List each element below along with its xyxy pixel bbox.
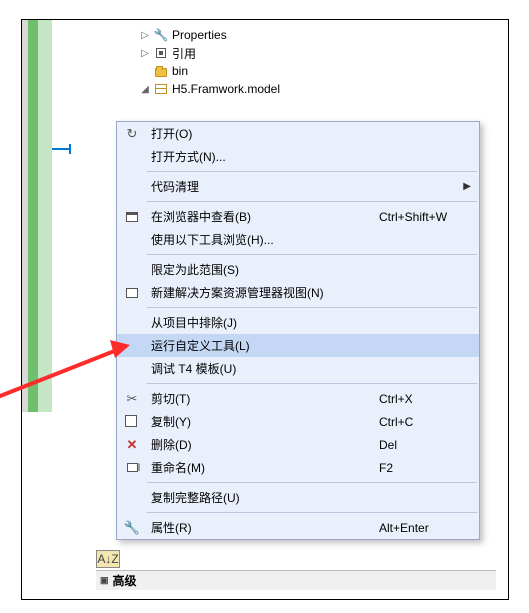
menu-label: 在浏览器中查看(B) — [147, 208, 379, 225]
tree-label: Properties — [172, 28, 227, 42]
sort-icon: A↓Z — [97, 552, 118, 566]
collapse-icon[interactable]: ◢ — [140, 84, 150, 95]
app-frame: ▷ 🔧 Properties ▷ 引用 bin ◢ H5.Framwork.mo… — [21, 19, 509, 600]
wrench-icon: 🔧 — [154, 28, 169, 42]
tree-label: bin — [172, 64, 188, 78]
tree-item-references[interactable]: ▷ 引用 — [136, 44, 496, 62]
menu-label: 属性(R) — [147, 519, 379, 536]
menu-label: 打开方式(N)... — [147, 148, 379, 165]
collapse-triangle-icon[interactable]: ▣ — [100, 575, 109, 586]
menu-shortcut: Alt+Enter — [379, 521, 479, 535]
menu-separator — [147, 383, 477, 384]
menu-shortcut: Ctrl+X — [379, 392, 479, 406]
references-icon — [156, 48, 166, 58]
tree-item-bin[interactable]: bin — [136, 62, 496, 80]
menu-item-run-custom-tool[interactable]: 运行自定义工具(L) — [117, 334, 479, 357]
gutter-caret-marker — [52, 148, 70, 150]
menu-label: 删除(D) — [147, 436, 379, 453]
open-icon: ↻ — [127, 126, 138, 142]
menu-item-exclude-from-project[interactable]: 从项目中排除(J) — [117, 311, 479, 334]
menu-item-properties[interactable]: 🔧 属性(R) Alt+Enter — [117, 516, 479, 539]
menu-shortcut: F2 — [379, 461, 479, 475]
rename-icon — [127, 463, 138, 472]
menu-item-debug-t4-template[interactable]: 调试 T4 模板(U) — [117, 357, 479, 380]
menu-label: 复制(Y) — [147, 413, 379, 430]
menu-label: 代码清理 — [147, 178, 379, 195]
menu-label: 限定为此范围(S) — [147, 261, 379, 278]
menu-label: 运行自定义工具(L) — [147, 337, 379, 354]
menu-separator — [147, 482, 477, 483]
menu-label: 复制完整路径(U) — [147, 489, 379, 506]
folder-icon — [155, 68, 167, 77]
sort-button[interactable]: A↓Z — [96, 550, 120, 568]
menu-item-rename[interactable]: 重命名(M) F2 — [117, 456, 479, 479]
editor-gutter — [22, 20, 63, 599]
menu-item-view-in-browser[interactable]: 在浏览器中查看(B) Ctrl+Shift+W — [117, 205, 479, 228]
tree-label: H5.Framwork.model — [172, 82, 280, 96]
properties-panel: A↓Z ▣ 高级 — [96, 550, 496, 590]
tree-item-model[interactable]: ◢ H5.Framwork.model — [136, 80, 496, 98]
expand-icon[interactable]: ▷ — [140, 30, 150, 41]
menu-separator — [147, 171, 477, 172]
menu-separator — [147, 254, 477, 255]
menu-label: 调试 T4 模板(U) — [147, 360, 379, 377]
tree-label: 引用 — [172, 45, 196, 62]
new-view-icon — [126, 288, 138, 298]
cut-icon: ✂ — [127, 391, 138, 407]
menu-label: 使用以下工具浏览(H)... — [147, 231, 379, 248]
menu-shortcut: Ctrl+Shift+W — [379, 210, 479, 224]
menu-label: 新建解决方案资源管理器视图(N) — [147, 284, 379, 301]
menu-item-scope-to-this[interactable]: 限定为此范围(S) — [117, 258, 479, 281]
copy-icon — [127, 417, 137, 427]
menu-item-open-with[interactable]: 打开方式(N)... — [117, 145, 479, 168]
menu-item-browse-with[interactable]: 使用以下工具浏览(H)... — [117, 228, 479, 251]
solution-explorer-tree[interactable]: ▷ 🔧 Properties ▷ 引用 bin ◢ H5.Framwork.mo… — [136, 26, 496, 98]
gutter-change-marker — [28, 20, 38, 412]
tree-item-properties[interactable]: ▷ 🔧 Properties — [136, 26, 496, 44]
browser-icon — [126, 212, 138, 222]
menu-item-copy[interactable]: 复制(Y) Ctrl+C — [117, 410, 479, 433]
menu-shortcut: Del — [379, 438, 479, 452]
delete-icon: ✕ — [127, 437, 138, 453]
submenu-arrow-icon: ▶ — [463, 181, 471, 192]
menu-item-delete[interactable]: ✕ 删除(D) Del — [117, 433, 479, 456]
menu-item-new-solution-explorer-view[interactable]: 新建解决方案资源管理器视图(N) — [117, 281, 479, 304]
property-category-header[interactable]: ▣ 高级 — [96, 570, 496, 590]
menu-separator — [147, 201, 477, 202]
menu-item-code-cleanup[interactable]: 代码清理 ▶ — [117, 175, 479, 198]
expand-icon[interactable]: ▷ — [140, 48, 150, 59]
menu-shortcut: Ctrl+C — [379, 415, 479, 429]
context-menu[interactable]: ↻ 打开(O) 打开方式(N)... 代码清理 ▶ 在浏览器中查看(B) Ctr… — [116, 121, 480, 540]
model-file-icon — [155, 84, 167, 94]
gutter-change-marker-light — [38, 20, 52, 412]
menu-label: 打开(O) — [147, 125, 379, 142]
menu-separator — [147, 512, 477, 513]
menu-separator — [147, 307, 477, 308]
properties-icon: 🔧 — [124, 520, 140, 536]
menu-label: 重命名(M) — [147, 459, 379, 476]
menu-label: 剪切(T) — [147, 390, 379, 407]
menu-label: 从项目中排除(J) — [147, 314, 379, 331]
menu-item-open[interactable]: ↻ 打开(O) — [117, 122, 479, 145]
menu-item-cut[interactable]: ✂ 剪切(T) Ctrl+X — [117, 387, 479, 410]
menu-item-copy-full-path[interactable]: 复制完整路径(U) — [117, 486, 479, 509]
category-label: 高级 — [113, 572, 137, 589]
